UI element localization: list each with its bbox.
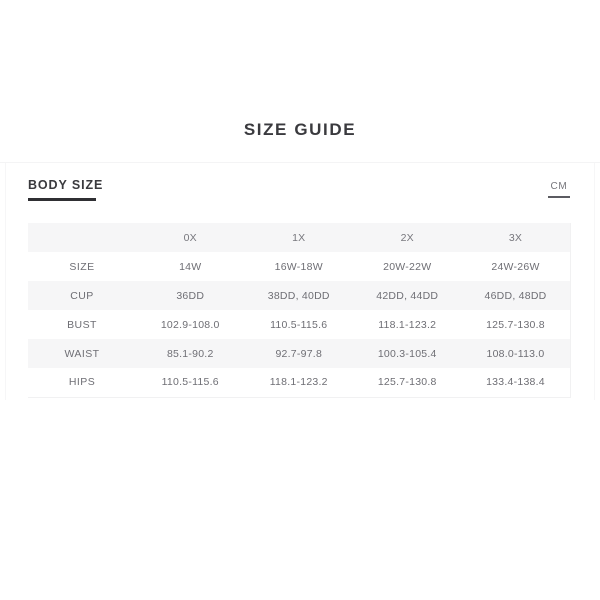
section-title: BODY SIZE bbox=[28, 178, 104, 192]
table-header: 0X 1X 2X 3X bbox=[28, 223, 570, 252]
table-cell: 100.3-105.4 bbox=[377, 347, 437, 360]
table-cell: 20W-22W bbox=[383, 260, 432, 273]
table-cell: 14W bbox=[179, 260, 202, 273]
page-title: SIZE GUIDE bbox=[243, 120, 357, 139]
size-guide-page: SIZE GUIDE BODY SIZE CM 0X 1X 2X 3X SIZE… bbox=[0, 0, 600, 600]
table-cell: 133.4-138.4 bbox=[486, 376, 545, 389]
column-header-0x: 0X bbox=[183, 231, 197, 244]
table-cell: 108.0-113.0 bbox=[486, 347, 545, 360]
table-row: CUP 36DD 38DD, 40DD 42DD, 44DD 46DD, 48D… bbox=[28, 281, 570, 310]
table-cell: 102.9-108.0 bbox=[160, 318, 220, 331]
row-label-size: SIZE bbox=[69, 260, 95, 273]
table-cell: 16W-18W bbox=[274, 260, 323, 273]
unit-toggle-label: CM bbox=[550, 181, 568, 192]
row-label-bust: BUST bbox=[67, 318, 97, 331]
column-header-2x: 2X bbox=[400, 231, 414, 244]
table-cell: 110.5-115.6 bbox=[161, 376, 219, 389]
table-cell: 85.1-90.2 bbox=[166, 347, 214, 360]
table-cell: 125.7-130.8 bbox=[486, 318, 545, 331]
row-label-cup: CUP bbox=[70, 289, 94, 302]
page-title-area: SIZE GUIDE bbox=[0, 118, 600, 142]
table-body: SIZE 14W 16W-18W 20W-22W 24W-26W CUP 36D… bbox=[28, 252, 570, 397]
panel-right-edge bbox=[594, 163, 595, 400]
column-header-3x: 3X bbox=[508, 231, 523, 244]
row-label-waist: WAIST bbox=[64, 347, 100, 360]
table-cell: 38DD, 40DD bbox=[267, 289, 330, 302]
body-size-tab[interactable]: BODY SIZE bbox=[28, 178, 103, 201]
table-row: BUST 102.9-108.0 110.5-115.6 118.1-123.2… bbox=[28, 310, 570, 339]
unit-active-underline bbox=[548, 196, 570, 198]
section-active-underline bbox=[28, 198, 96, 201]
table-header-row: 0X 1X 2X 3X bbox=[28, 223, 570, 252]
unit-toggle-cm[interactable]: CM bbox=[548, 181, 570, 198]
panel-left-edge bbox=[5, 163, 6, 400]
table-cell: 92.7-97.8 bbox=[275, 347, 323, 360]
table-cell: 42DD, 44DD bbox=[376, 289, 439, 302]
table-row: WAIST 85.1-90.2 92.7-97.8 100.3-105.4 10… bbox=[28, 339, 570, 368]
table-corner-cell bbox=[28, 223, 136, 252]
table-cell: 110.5-115.6 bbox=[270, 318, 328, 331]
table-cell: 46DD, 48DD bbox=[484, 289, 547, 302]
section-header: BODY SIZE CM bbox=[28, 178, 570, 208]
column-header-1x: 1X bbox=[292, 231, 306, 244]
table-row: SIZE 14W 16W-18W 20W-22W 24W-26W bbox=[28, 252, 570, 281]
table-cell: 125.7-130.8 bbox=[377, 376, 437, 389]
row-label-hips: HIPS bbox=[68, 376, 96, 389]
title-divider bbox=[0, 162, 600, 163]
table-cell: 118.1-123.2 bbox=[378, 318, 437, 331]
size-chart-table: 0X 1X 2X 3X SIZE 14W 16W-18W 20W-22W 24W… bbox=[28, 223, 571, 398]
table-row: HIPS 110.5-115.6 118.1-123.2 125.7-130.8… bbox=[28, 368, 570, 397]
table-cell: 36DD bbox=[176, 289, 205, 302]
table-cell: 24W-26W bbox=[491, 260, 540, 273]
table-cell: 118.1-123.2 bbox=[269, 376, 328, 389]
